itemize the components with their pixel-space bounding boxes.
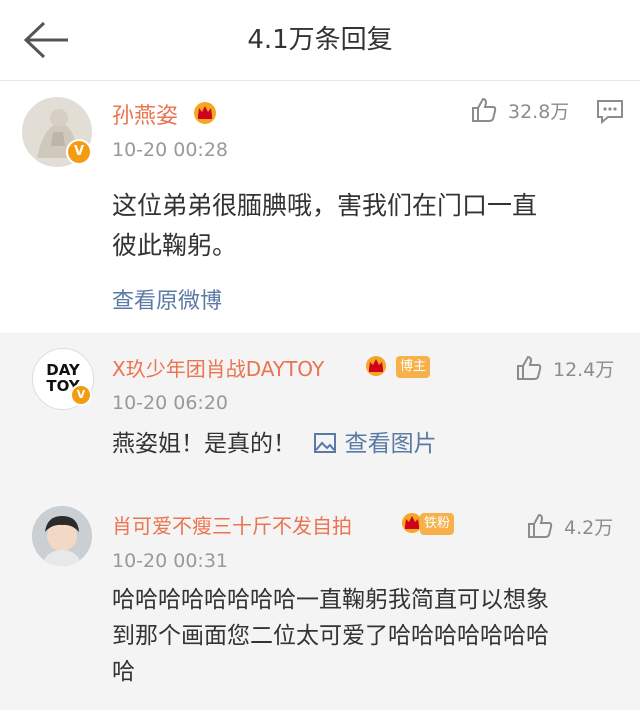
verified-badge-icon: V (66, 139, 92, 165)
crown-icon (366, 356, 386, 376)
reply-item: 肖可爱不瘦三十斤不发自拍 铁粉 10-20 00:31 4.2万 哈哈哈哈哈哈哈… (0, 484, 640, 710)
thumbs-up-icon (528, 513, 553, 538)
view-image-link[interactable]: 查看图片 (313, 431, 437, 457)
like-button[interactable]: 32.8万 (470, 96, 569, 124)
top-bar: 4.1万条回复 (0, 0, 640, 81)
comment-text-line: 燕姿姐！是真的！ (112, 431, 296, 457)
comment-time: 10-20 00:28 (112, 139, 229, 161)
comment-text-line: 哈哈哈哈哈哈哈哈一直鞠躬我简直可以想象 (112, 587, 549, 613)
image-icon (314, 433, 337, 453)
comment-icon (597, 100, 623, 125)
page-title: 4.1万条回复 (247, 25, 393, 55)
view-image-label: 查看图片 (344, 431, 437, 457)
avatar-photo (32, 506, 92, 566)
username[interactable]: 肖可爱不瘦三十斤不发自拍 (112, 510, 352, 539)
comment-text: 哈哈哈哈哈哈哈哈一直鞠躬我简直可以想象 到那个画面您二位太可爱了哈哈哈哈哈哈哈 … (112, 582, 632, 690)
comment-text: 燕姿姐！是真的！ 查看图片 (112, 424, 632, 464)
blogger-badge: 博主 (396, 356, 431, 378)
like-count: 4.2万 (564, 516, 614, 539)
like-count: 32.8万 (508, 100, 570, 123)
comment-text-line: 到那个画面您二位太可爱了哈哈哈哈哈哈哈 (112, 623, 549, 649)
fan-badge: 铁粉 (420, 513, 455, 535)
reply-item: DAY TOY V X玖少年团肖战DAYTOY 博主 10-20 06:20 1… (0, 334, 640, 484)
like-button[interactable]: 12.4万 (515, 354, 614, 382)
reply-button[interactable] (596, 99, 624, 129)
verified-badge-icon: V (70, 384, 92, 406)
root-comment: V 孙燕姿 10-20 00:28 32.8万 这位弟弟很腼腆哦，害我们在门口一… (0, 81, 640, 333)
comment-time: 10-20 00:31 (112, 550, 229, 572)
like-button[interactable]: 4.2万 (526, 512, 613, 540)
username[interactable]: X玖少年团肖战DAYTOY (112, 353, 324, 382)
crown-icon (194, 102, 216, 124)
thumbs-up-icon (517, 355, 542, 380)
comment-text-line: 哈 (112, 659, 135, 685)
like-count: 12.4万 (553, 358, 615, 381)
thumbs-up-icon (472, 97, 497, 122)
comment-text: 这位弟弟很腼腆哦，害我们在门口一直 彼此鞠躬。 (112, 186, 632, 266)
comment-text-line: 彼此鞠躬。 (112, 231, 238, 260)
view-original-weibo-link[interactable]: 查看原微博 (112, 283, 222, 315)
username[interactable]: 孙燕姿 (112, 98, 178, 130)
comment-text-line: 这位弟弟很腼腆哦，害我们在门口一直 (112, 191, 538, 220)
avatar[interactable] (32, 506, 92, 566)
comment-time: 10-20 06:20 (112, 392, 229, 414)
